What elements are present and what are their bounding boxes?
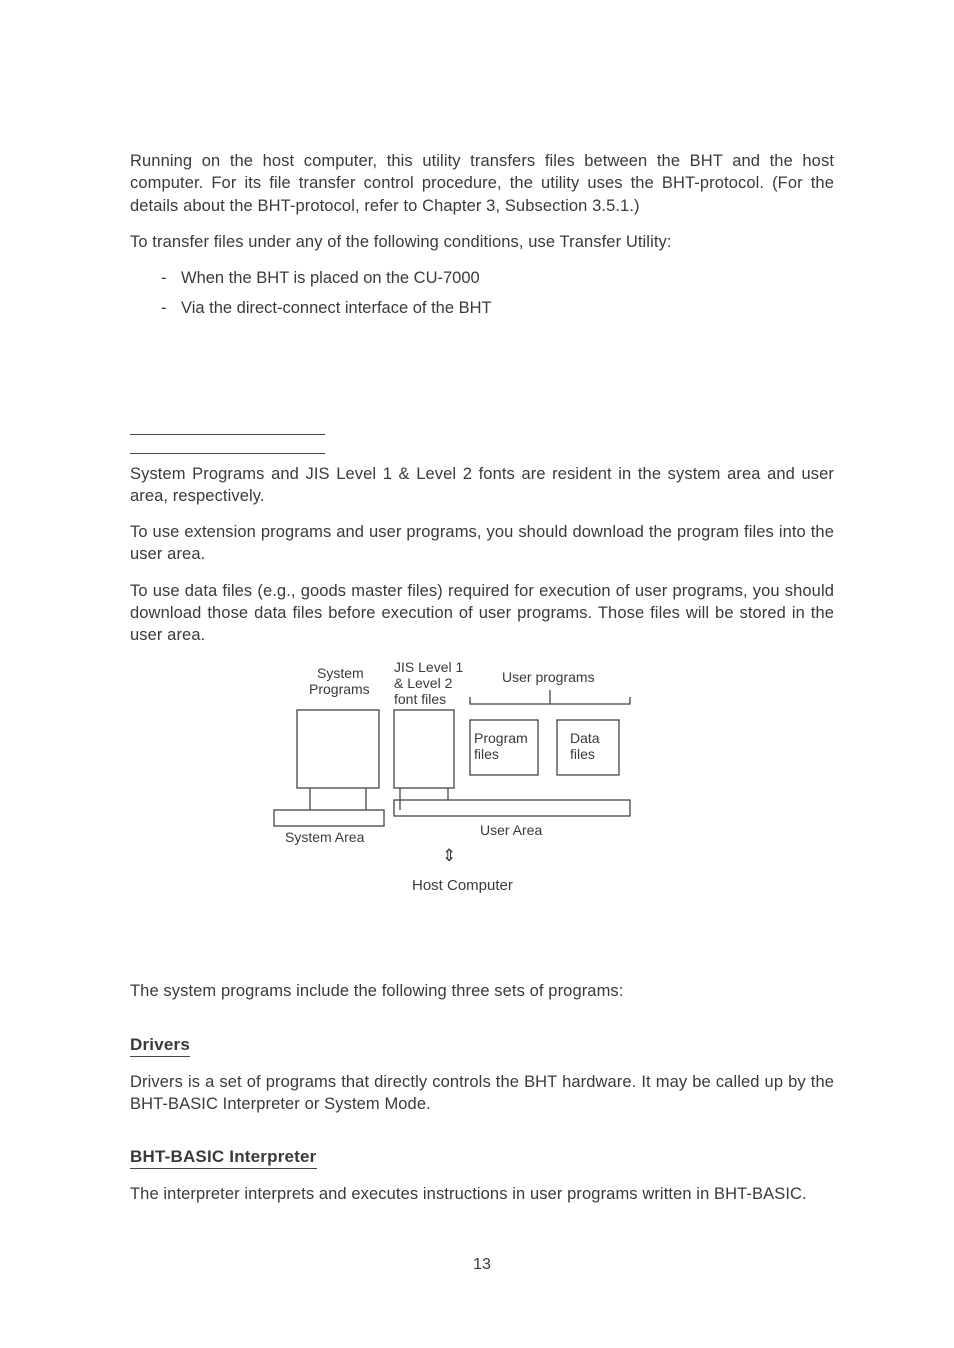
section-rule (130, 453, 325, 454)
body-paragraph: To use extension programs and user progr… (130, 521, 834, 566)
svg-text:files: files (570, 746, 595, 762)
dash-bullet: - (161, 267, 181, 289)
subsection-heading-interpreter: BHT-BASIC Interpreter (130, 1147, 317, 1169)
architecture-diagram: System Programs JIS Level 1 & Level 2 fo… (130, 660, 834, 910)
svg-text:Program: Program (474, 730, 528, 746)
list-item: -When the BHT is placed on the CU-7000 (130, 267, 834, 289)
svg-text:files: files (474, 746, 499, 762)
svg-text:User programs: User programs (502, 669, 595, 685)
body-paragraph: The interpreter interprets and executes … (130, 1183, 834, 1205)
section-rule (130, 434, 325, 435)
svg-text:User Area: User Area (480, 822, 542, 838)
svg-text:⇕: ⇕ (442, 846, 456, 865)
body-paragraph: Running on the host computer, this utili… (130, 150, 834, 217)
svg-text:Host Computer: Host Computer (412, 877, 513, 894)
dash-bullet: - (161, 297, 181, 319)
page-number: 13 (130, 1256, 834, 1274)
svg-text:font files: font files (394, 691, 446, 707)
list-text: Via the direct-connect interface of the … (181, 299, 492, 317)
svg-text:JIS Level 1: JIS Level 1 (394, 660, 463, 675)
svg-text:& Level 2: & Level 2 (394, 675, 453, 691)
body-paragraph: To transfer files under any of the follo… (130, 231, 834, 253)
subsection-heading-drivers: Drivers (130, 1035, 190, 1057)
svg-text:Programs: Programs (309, 681, 370, 697)
document-page: Running on the host computer, this utili… (0, 0, 954, 1334)
body-paragraph: Drivers is a set of programs that direct… (130, 1071, 834, 1116)
body-paragraph: The system programs include the followin… (130, 980, 834, 1002)
list-item: -Via the direct-connect interface of the… (130, 297, 834, 319)
body-paragraph: System Programs and JIS Level 1 & Level … (130, 463, 834, 508)
svg-text:System: System (317, 665, 364, 681)
list-text: When the BHT is placed on the CU-7000 (181, 269, 480, 287)
svg-text:System Area: System Area (285, 829, 365, 845)
svg-text:Data: Data (570, 730, 600, 746)
body-paragraph: To use data files (e.g., goods master fi… (130, 580, 834, 647)
